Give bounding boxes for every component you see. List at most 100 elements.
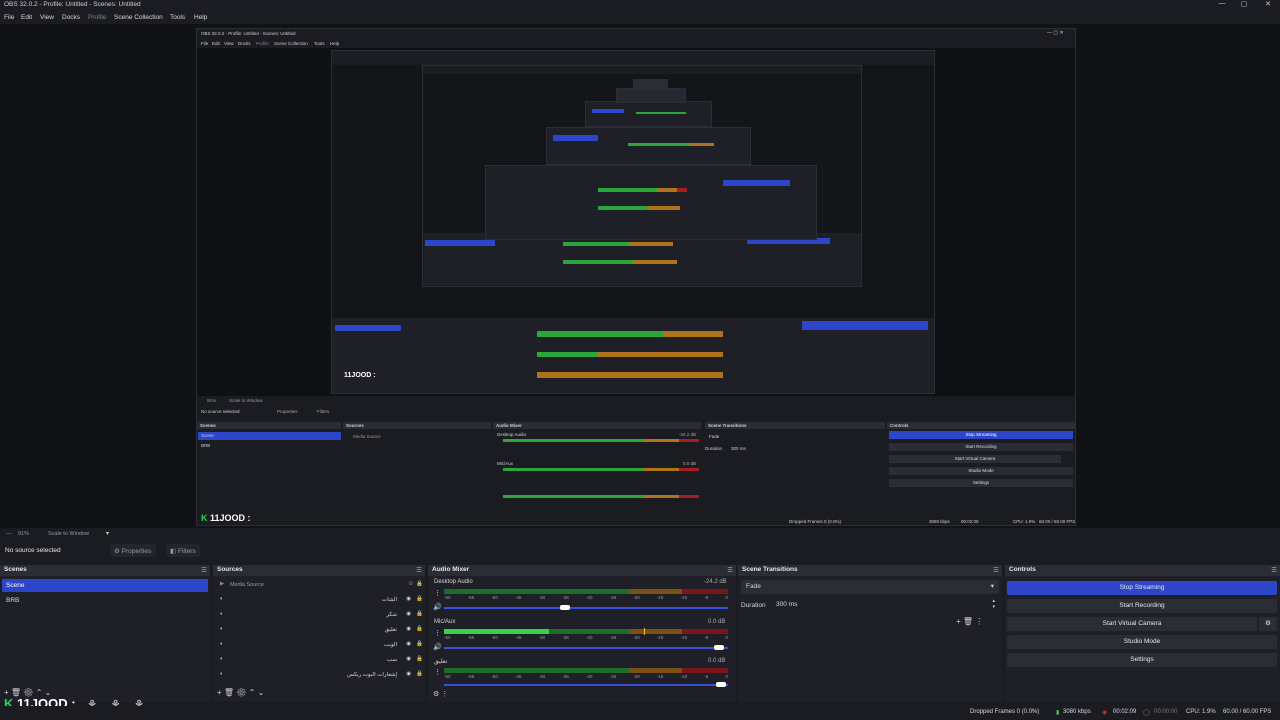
settings-button[interactable]: Settings [1007,653,1277,667]
lock-icon[interactable]: 🔒 [416,641,423,647]
start-recording-button[interactable]: Start Recording [1007,599,1277,613]
chevron-down-icon[interactable]: ▾ [106,530,109,537]
chevron-up-icon[interactable]: ⌃ [249,688,256,697]
source-item[interactable]: ◐ شكر ◉ 🔒 [217,609,423,624]
status-bar: Dropped Frames 0 (0.0%) ▮ 3080 kbps ◉ 00… [0,706,1280,720]
start-virtual-camera-button[interactable]: Start Virtual Camera [1007,617,1257,631]
filter-icon: ◧ [170,548,177,555]
source-toolbar-bottom: + 🗑 ⚙ ⌃ ⌄ [217,688,264,697]
menu-profile[interactable]: Profile [88,14,106,21]
maximize-button[interactable]: ▢ [1232,0,1256,12]
channel-name: Mic/Aux [434,619,456,625]
volume-slider-handle[interactable] [714,645,724,650]
spinner-icon[interactable]: ▴ ▾ [992,598,995,610]
volume-slider[interactable] [444,647,728,649]
kebab-menu-icon[interactable]: ⋮ [434,629,441,637]
menu-bar: File Edit View Docks Profile Scene Colle… [0,12,1280,24]
dock-menu-icon[interactable]: ☰ [416,566,422,574]
dock-menu-icon[interactable]: ☰ [727,566,733,574]
add-icon[interactable]: + [217,688,222,697]
lock-icon[interactable]: 🔒 [416,611,423,617]
dock-menu-icon[interactable]: ☰ [201,566,207,574]
source-icon: ◐ [220,656,224,662]
cpu-usage: CPU: 1.9% [1186,709,1216,715]
window-title: OBS 32.0.2 - Profile: Untitled - Scenes:… [4,1,141,8]
record-time: 00:00:00 [1154,709,1178,715]
bitrate: 3080 kbps [1063,709,1091,715]
speaker-icon[interactable]: 🔊 [433,643,442,651]
menu-docks[interactable]: Docks [62,14,80,21]
duration-field[interactable]: 300 ms ▴ ▾ [773,598,999,612]
kebab-menu-icon[interactable]: ⋮ [441,691,448,698]
volume-slider[interactable] [444,607,728,609]
eye-hidden-icon[interactable]: ⊘ [408,581,413,587]
volume-slider-handle[interactable] [560,605,570,610]
zoom-percent[interactable]: 91% [18,531,29,537]
kebab-menu-icon[interactable]: ⋮ [434,668,441,676]
volume-meter [444,589,629,594]
menu-view[interactable]: View [40,14,54,21]
lock-icon[interactable]: 🔒 [416,671,423,677]
kebab-menu-icon[interactable]: ⋮ [434,589,441,597]
menu-tools[interactable]: Tools [170,14,185,21]
stop-streaming-button[interactable]: Stop Streaming [1007,581,1277,595]
volume-slider[interactable] [444,684,728,686]
dropped-frames: Dropped Frames 0 (0.0%) [970,709,1040,715]
gear-icon: ⚙ [1265,620,1271,627]
source-item[interactable]: ◐ الشات ◉ 🔒 [217,594,423,609]
source-item[interactable]: ◐ سب ◉ 🔒 [217,654,423,669]
add-icon[interactable]: + [956,617,961,626]
scene-transitions: Fade ▾ Duration 300 ms ▴ ▾ + 🗑 ⋮ [738,576,1002,702]
kebab-menu-icon[interactable]: ⋮ [975,617,983,626]
close-button[interactable]: ✕ [1256,0,1280,12]
title-bar: OBS 32.0.2 - Profile: Untitled - Scenes:… [0,0,1280,12]
lock-icon[interactable]: 🔒 [416,596,423,602]
eye-icon[interactable]: ◉ [406,611,411,617]
properties-button[interactable]: ⚙ Properties [110,544,156,557]
menu-scene-collection[interactable]: Scene Collection [114,14,163,21]
menu-help[interactable]: Help [194,14,207,21]
lock-icon[interactable]: 🔒 [416,626,423,632]
preview-canvas[interactable]: OBS 32.0.2 - Profile: Untitled - Scenes:… [0,24,1280,528]
trash-icon[interactable]: 🗑 [224,688,234,697]
volume-slider-handle[interactable] [716,682,726,687]
channel-name: Desktop Audio [434,579,473,585]
scene-item[interactable]: Scene [2,579,208,592]
eye-icon[interactable]: ◉ [406,596,411,602]
source-item[interactable]: ▶ Media Source ⊘ 🔒 [217,579,423,594]
controls-panel: Stop Streaming Start Recording Start Vir… [1005,576,1280,702]
source-item[interactable]: ◐ الويب ◉ 🔒 [217,639,423,654]
sources-list: ▶ Media Source ⊘ 🔒 ◐ الشات ◉ 🔒 ◐ شكر ◉ 🔒 ◐ تعليق ◉ 🔒… [213,576,425,702]
network-icon: ▮ [1056,710,1060,716]
transition-select[interactable]: Fade ▾ [741,580,999,594]
lock-icon[interactable]: 🔒 [416,581,423,587]
eye-icon[interactable]: ◉ [406,626,411,632]
source-toolbar: No source selected ⚙ Properties ◧ Filter… [0,542,1280,560]
virtual-camera-settings-button[interactable]: ⚙ [1259,617,1277,631]
studio-mode-button[interactable]: Studio Mode [1007,635,1277,649]
source-icon: ◐ [220,596,224,602]
minimize-button[interactable]: — [1210,0,1234,12]
eye-icon[interactable]: ◉ [406,641,411,647]
eye-icon[interactable]: ◉ [406,656,411,662]
meter-scale: -60 -55 -50 -45 -40 -35 -30 -25 -20 -15 -10 -5 0 [444,595,728,600]
source-item[interactable]: ◐ تعليق ◉ 🔒 [217,624,423,639]
filters-button[interactable]: ◧ Filters [166,544,200,557]
scene-item[interactable]: BRB [2,594,208,607]
chevron-down-icon: ▾ [990,583,994,590]
source-item[interactable]: ◐ إشعارات البوت ريكس ◉ 🔒 [217,669,423,684]
gear-icon[interactable]: ⚙ [236,688,246,697]
lock-icon[interactable]: 🔒 [416,656,423,662]
trash-icon[interactable]: 🗑 [963,617,973,626]
dock-menu-icon[interactable]: ☰ [1271,566,1277,574]
gear-icon[interactable]: ⚙ [433,691,439,698]
menu-file[interactable]: File [4,14,14,21]
chevron-down-icon[interactable]: ⌄ [258,688,265,697]
source-icon: ◐ [220,671,224,677]
scale-mode-select[interactable]: Scale to Window [48,531,89,537]
mixer-dock-header: Audio Mixer ☰ [428,565,736,576]
menu-edit[interactable]: Edit [21,14,32,21]
speaker-icon[interactable]: 🔊 [433,603,442,611]
eye-icon[interactable]: ◉ [406,671,411,677]
dock-menu-icon[interactable]: ☰ [993,566,999,574]
